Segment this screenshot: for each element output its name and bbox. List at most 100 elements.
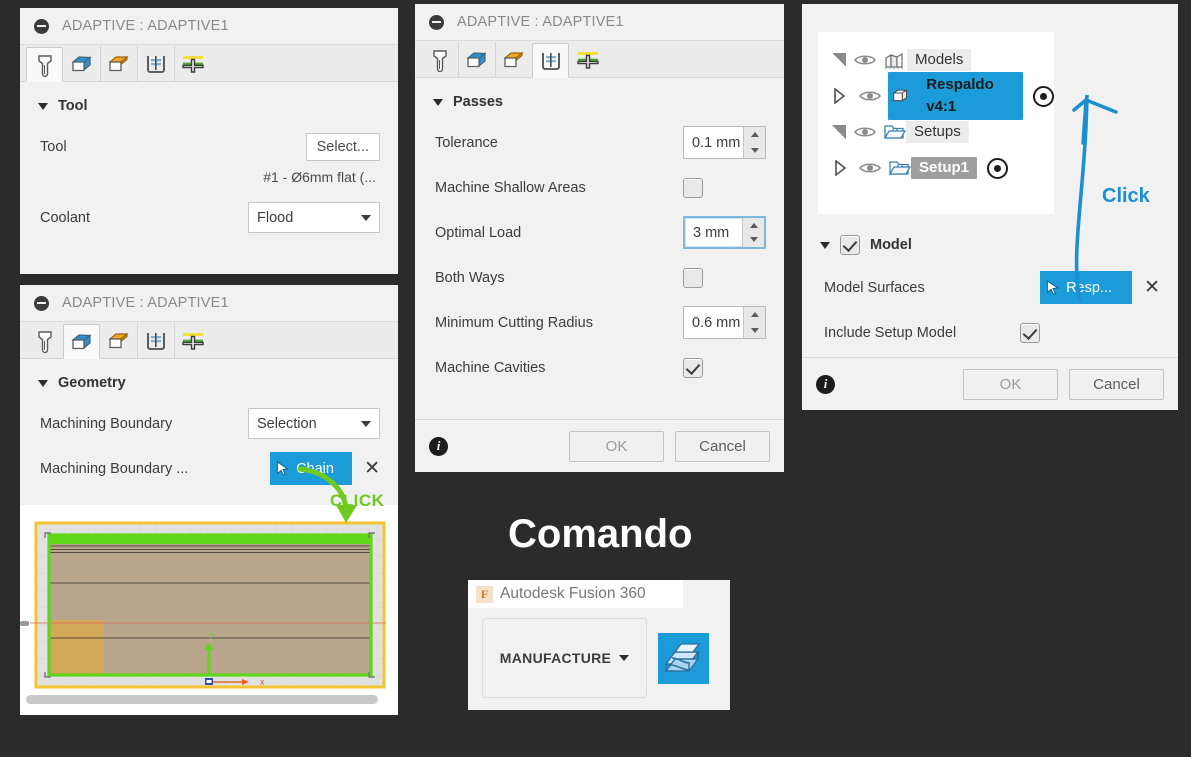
- chevron-down-icon: [361, 214, 371, 221]
- passes-dialog-titlebar: ADAPTIVE : ADAPTIVE1: [415, 4, 784, 41]
- expanded-arrow-icon[interactable]: [832, 125, 846, 139]
- tree-label-setups: Setups: [906, 121, 969, 143]
- row-include-setup-model: Include Setup Model: [802, 310, 1178, 355]
- tab-tool[interactable]: [26, 323, 63, 358]
- tab-geometry[interactable]: [63, 324, 100, 359]
- tab-passes[interactable]: [137, 46, 174, 81]
- model-dialog-body: Model Model Surfaces Resp... ✕ Include S…: [802, 219, 1178, 355]
- model-section-header[interactable]: Model: [802, 219, 1178, 265]
- fusion-logo-icon: F: [476, 585, 493, 603]
- tool-select-button[interactable]: Select...: [305, 132, 380, 161]
- passes-section-label: Passes: [453, 94, 503, 110]
- minimum-cutting-radius-increment[interactable]: [744, 307, 765, 323]
- coolant-dropdown[interactable]: Flood: [248, 202, 380, 233]
- tree-row-setup1[interactable]: Setup1: [818, 150, 1054, 186]
- fusion-app-title-bar: F Autodesk Fusion 360: [468, 580, 683, 608]
- include-setup-model-checkbox[interactable]: [1020, 322, 1040, 343]
- tab-geometry[interactable]: [458, 42, 495, 77]
- tree-item-respaldo[interactable]: Respaldo v4:1: [888, 72, 1023, 120]
- manufacture-workspace-icon[interactable]: [658, 632, 709, 684]
- tab-linking[interactable]: [174, 46, 211, 81]
- tree-label-respaldo: Respaldo v4:1: [926, 76, 994, 115]
- tab-geometry[interactable]: [63, 46, 100, 81]
- model-surfaces-value: Resp...: [1066, 279, 1113, 296]
- passes-dialog-title: ADAPTIVE : ADAPTIVE1: [457, 14, 624, 30]
- tolerance-increment[interactable]: [744, 127, 765, 143]
- tab-linking[interactable]: [569, 42, 606, 77]
- row-tolerance: Tolerance 0.1 mm: [415, 120, 784, 165]
- model-dialog-footer: i OK Cancel: [802, 357, 1178, 410]
- optimal-load-stepper[interactable]: 3 mm: [683, 216, 766, 249]
- optimal-load-increment[interactable]: [743, 218, 764, 233]
- viewport-scrollbar[interactable]: [26, 695, 378, 704]
- chain-selection-button[interactable]: Chain: [270, 452, 353, 485]
- workspace-switcher-button[interactable]: MANUFACTURE: [482, 618, 647, 698]
- workspace-label: MANUFACTURE: [499, 650, 612, 666]
- model-surfaces-selection-button[interactable]: Resp...: [1040, 271, 1133, 304]
- info-icon[interactable]: i: [429, 436, 448, 456]
- geometry-dialog-tabstrip: [20, 322, 398, 359]
- tab-heights[interactable]: [100, 46, 137, 81]
- optimal-load-decrement[interactable]: [743, 233, 764, 248]
- expanded-arrow-icon[interactable]: [832, 53, 846, 67]
- tab-passes[interactable]: [532, 43, 569, 78]
- tab-tool[interactable]: [421, 42, 458, 77]
- clear-selection-icon[interactable]: ✕: [364, 459, 380, 478]
- collapse-caret-icon: [38, 379, 48, 387]
- fusion-ribbon: F Autodesk Fusion 360 MANUFACTURE: [468, 580, 730, 710]
- both-ways-label: Both Ways: [435, 269, 505, 286]
- tolerance-decrement[interactable]: [744, 143, 765, 159]
- clear-selection-icon[interactable]: ✕: [1144, 278, 1160, 297]
- model-section-label: Model: [870, 237, 912, 253]
- chevron-down-icon: [361, 420, 371, 427]
- tool-section-header[interactable]: Tool: [20, 82, 398, 124]
- minimize-icon[interactable]: [34, 295, 49, 311]
- visibility-icon[interactable]: [854, 125, 876, 139]
- passes-dialog: ADAPTIVE : ADAPTIVE1 Passes Tolerance 0.: [415, 4, 784, 472]
- both-ways-checkbox[interactable]: [683, 267, 703, 288]
- row-machine-cavities: Machine Cavities: [415, 345, 784, 390]
- tab-heights[interactable]: [100, 323, 137, 358]
- tolerance-stepper[interactable]: 0.1 mm: [683, 126, 766, 159]
- passes-section-header[interactable]: Passes: [415, 78, 784, 120]
- info-icon[interactable]: i: [816, 374, 835, 394]
- geometry-section-header[interactable]: Geometry: [20, 359, 398, 401]
- activate-radio-respaldo[interactable]: [1033, 85, 1054, 107]
- minimize-icon[interactable]: [429, 14, 444, 30]
- tool-section-label: Tool: [58, 98, 88, 114]
- minimum-cutting-radius-stepper[interactable]: 0.6 mm: [683, 306, 766, 339]
- tab-linking[interactable]: [174, 323, 211, 358]
- row-optimal-load: Optimal Load 3 mm: [415, 210, 784, 255]
- visibility-icon[interactable]: [859, 161, 881, 175]
- chevron-down-icon: [619, 655, 630, 661]
- machining-boundary-dropdown[interactable]: Selection: [248, 408, 380, 439]
- tab-tool[interactable]: [26, 47, 63, 82]
- visibility-icon[interactable]: [854, 53, 876, 67]
- row-coolant: Coolant Flood: [20, 195, 398, 240]
- visibility-icon[interactable]: [859, 89, 881, 103]
- ok-button[interactable]: OK: [963, 368, 1058, 400]
- machine-cavities-checkbox[interactable]: [683, 357, 703, 378]
- model-section-checkbox[interactable]: [840, 235, 860, 255]
- activate-radio-setup1[interactable]: [987, 157, 1009, 179]
- collapsed-arrow-icon[interactable]: [834, 159, 847, 177]
- collapsed-arrow-icon[interactable]: [834, 88, 846, 104]
- model-viewport[interactable]: y x: [20, 505, 398, 715]
- machine-shallow-areas-label: Machine Shallow Areas: [435, 179, 586, 196]
- row-both-ways: Both Ways: [415, 255, 784, 300]
- folder-icon: [888, 161, 911, 175]
- minimize-icon[interactable]: [34, 18, 49, 34]
- tab-passes[interactable]: [137, 323, 174, 358]
- cancel-button[interactable]: Cancel: [675, 430, 770, 462]
- geometry-dialog-body: Geometry Machining Boundary Selection Ma…: [20, 359, 398, 491]
- minimum-cutting-radius-decrement[interactable]: [744, 323, 765, 339]
- tool-dialog-titlebar: ADAPTIVE : ADAPTIVE1: [20, 8, 398, 45]
- tab-heights[interactable]: [495, 42, 532, 77]
- browser-tree: Models Respaldo v4:1 Setups Setup1: [818, 32, 1054, 214]
- minimum-cutting-radius-value: 0.6 mm: [692, 314, 741, 331]
- cancel-button[interactable]: Cancel: [1069, 368, 1164, 400]
- ok-button[interactable]: OK: [569, 430, 664, 462]
- folder-icon: [883, 125, 906, 139]
- tree-row-respaldo[interactable]: Respaldo v4:1: [818, 72, 1054, 120]
- machine-shallow-areas-checkbox[interactable]: [683, 177, 703, 198]
